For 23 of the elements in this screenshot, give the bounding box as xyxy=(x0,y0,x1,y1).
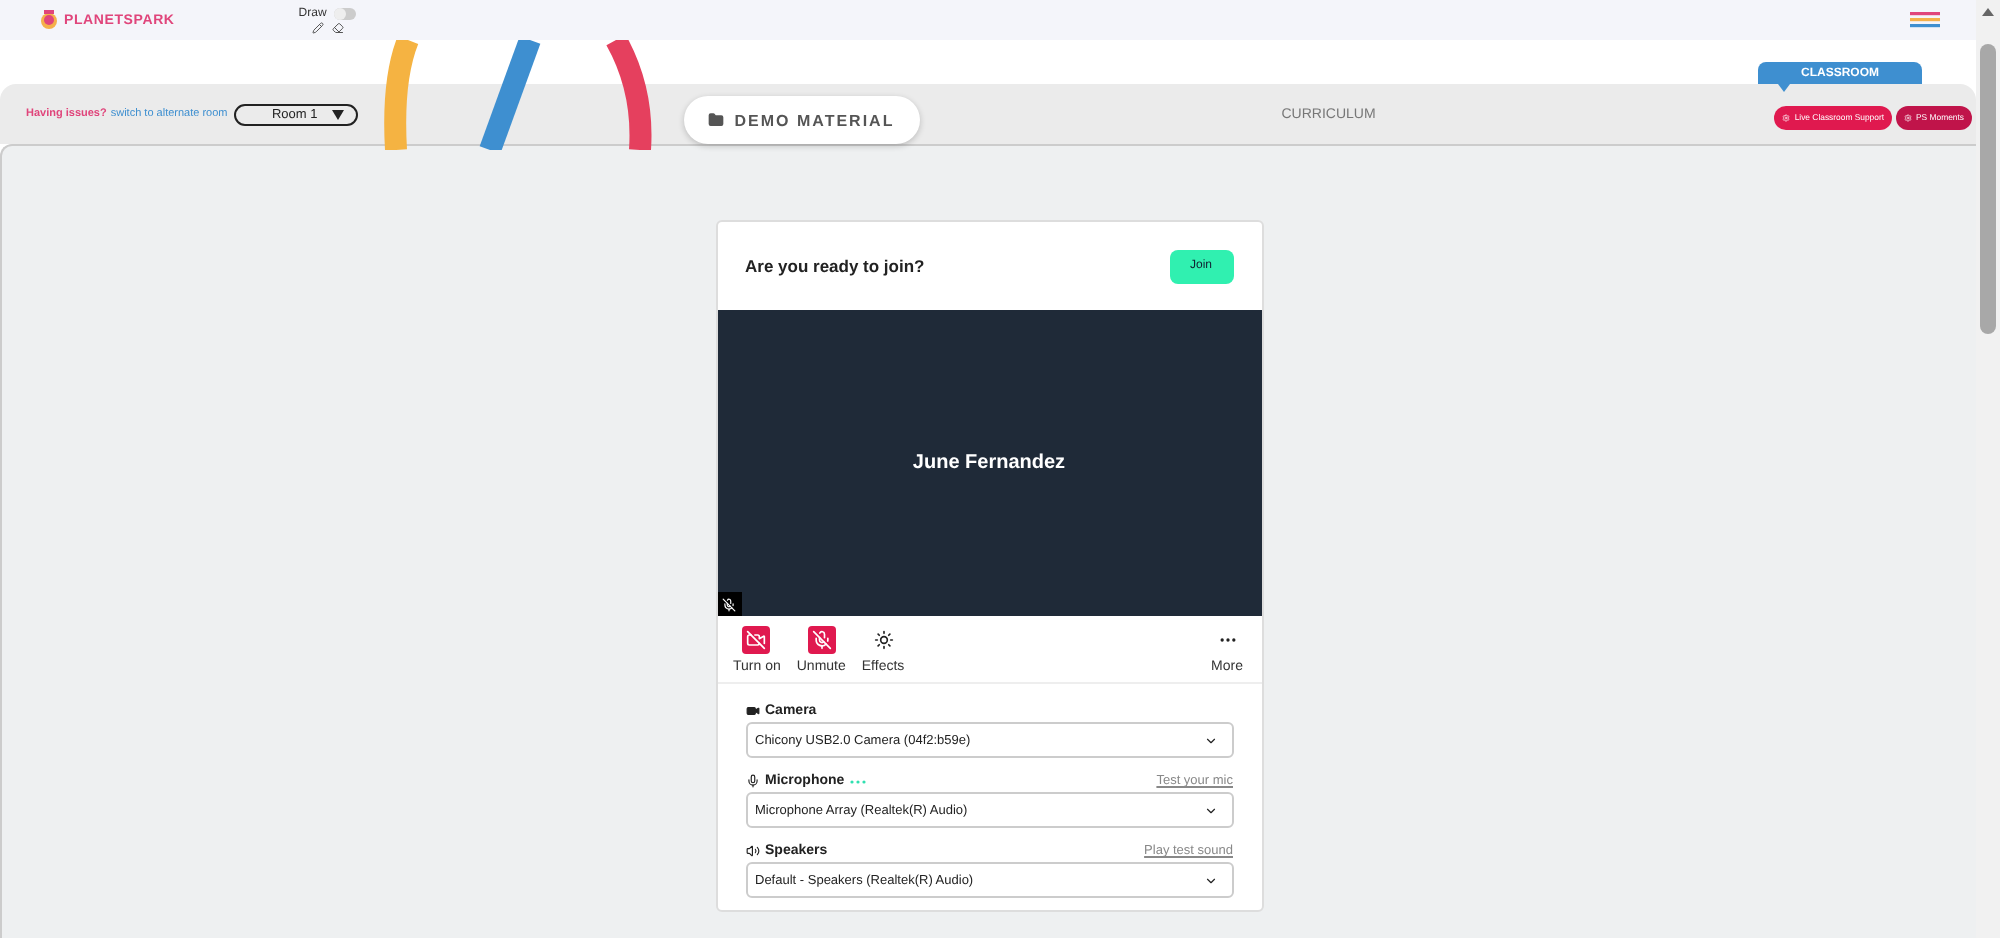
eraser-icon[interactable] xyxy=(331,21,344,33)
logo-icon xyxy=(40,10,58,30)
folder-icon xyxy=(708,112,725,128)
chevron-icon xyxy=(1203,733,1217,747)
caret-icon xyxy=(331,109,344,119)
pencil-icon[interactable] xyxy=(311,21,324,33)
sparkle-icon xyxy=(873,630,894,650)
camera-icon xyxy=(745,704,759,718)
scrollbar[interactable] xyxy=(1976,0,2000,938)
chevron-icon xyxy=(1203,873,1217,887)
gear-icon xyxy=(1904,113,1913,121)
demo-material-button[interactable]: DEMO MATERIAL xyxy=(683,96,920,144)
camera-off-icon xyxy=(746,630,767,650)
microphone-off-icon xyxy=(722,597,736,611)
menu-icon[interactable] xyxy=(1910,12,1940,28)
microphone-icon xyxy=(745,774,759,788)
microphone-off-icon xyxy=(811,630,832,650)
speaker-icon xyxy=(745,844,759,858)
chevron-icon xyxy=(1203,803,1217,817)
draw-toggle[interactable] xyxy=(334,7,357,19)
gear-icon xyxy=(1782,113,1791,121)
participant-name: June Fernandez xyxy=(912,452,1066,474)
card-title: Are you ready to join? xyxy=(745,256,925,276)
